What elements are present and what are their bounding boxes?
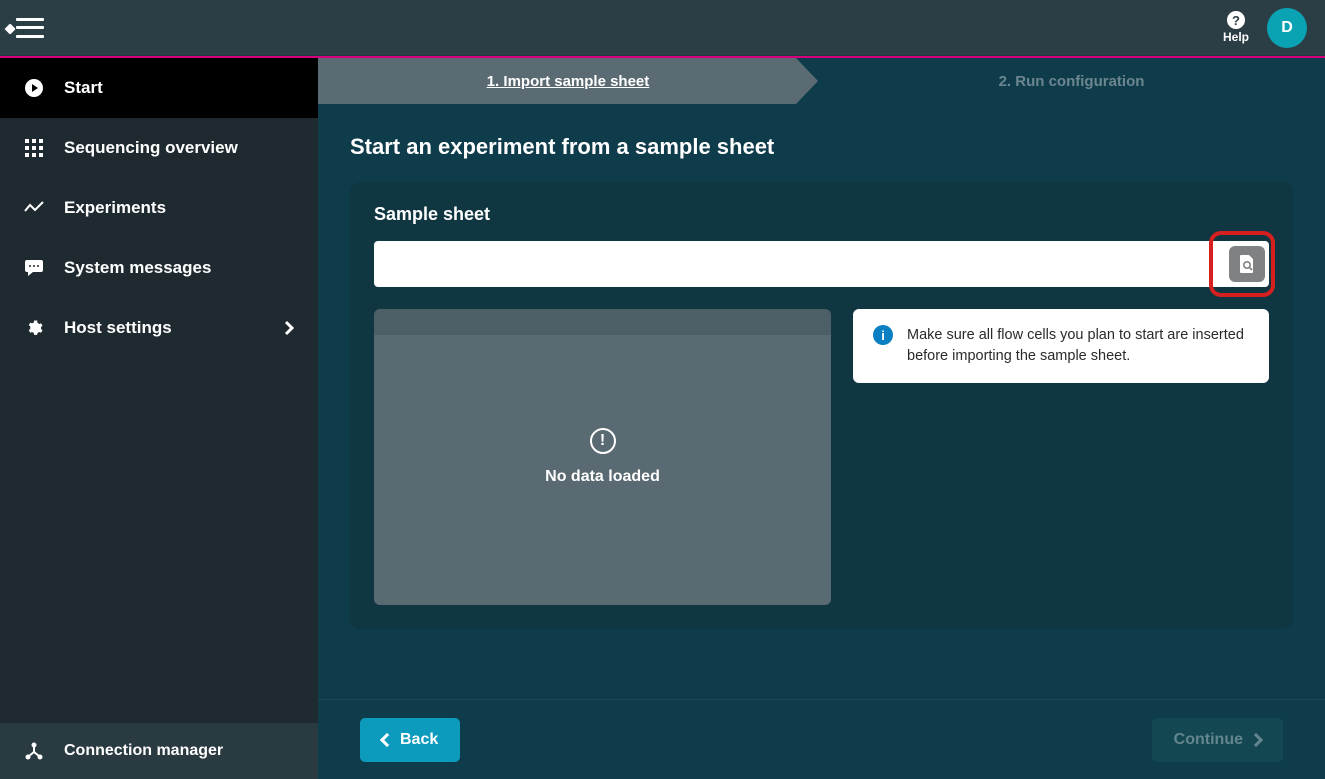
warning-circle-icon: ! <box>590 428 616 454</box>
back-button[interactable]: Back <box>360 718 460 762</box>
avatar-initial: D <box>1281 19 1293 37</box>
stepper: 1. Import sample sheet 2. Run configurat… <box>318 58 1325 104</box>
question-icon: ? <box>1227 11 1245 29</box>
sidebar-item-label: Sequencing overview <box>64 138 238 158</box>
sidebar: Start Sequencing overview Experiments Sy… <box>0 58 318 779</box>
sidebar-item-label: Experiments <box>64 198 166 218</box>
message-icon <box>24 258 44 278</box>
continue-button: Continue <box>1152 718 1283 762</box>
gear-icon <box>24 318 44 338</box>
card-title: Sample sheet <box>374 204 1269 225</box>
sidebar-item-system-messages[interactable]: System messages <box>0 238 318 298</box>
avatar[interactable]: D <box>1267 8 1307 48</box>
chevron-right-icon <box>1249 732 1263 746</box>
info-message-text: Make sure all flow cells you plan to sta… <box>907 325 1249 367</box>
info-icon: i <box>873 325 893 345</box>
help-button[interactable]: ? Help <box>1223 11 1249 44</box>
menu-collapse-button[interactable] <box>16 18 44 38</box>
sidebar-item-connection-manager[interactable]: Connection manager <box>0 723 318 779</box>
sample-sheet-card: Sample sheet <box>350 182 1293 629</box>
data-preview-panel: ! No data loaded <box>374 309 831 605</box>
sidebar-item-label: Host settings <box>64 318 172 338</box>
back-label: Back <box>400 731 438 749</box>
step-label: 1. Import sample sheet <box>487 73 650 90</box>
step-label: 2. Run configuration <box>999 73 1145 90</box>
sidebar-item-sequencing-overview[interactable]: Sequencing overview <box>0 118 318 178</box>
sidebar-item-start[interactable]: Start <box>0 58 318 118</box>
top-bar: ? Help D <box>0 0 1325 56</box>
sample-sheet-path-input[interactable] <box>374 241 1229 287</box>
info-message-box: i Make sure all flow cells you plan to s… <box>853 309 1269 383</box>
connection-icon <box>24 741 44 761</box>
chevron-right-icon <box>284 320 294 336</box>
grid-icon <box>24 138 44 158</box>
sidebar-item-host-settings[interactable]: Host settings <box>0 298 318 358</box>
continue-label: Continue <box>1174 731 1243 749</box>
step-import-sample-sheet[interactable]: 1. Import sample sheet <box>318 58 818 104</box>
step-run-configuration: 2. Run configuration <box>818 58 1325 104</box>
sidebar-item-experiments[interactable]: Experiments <box>0 178 318 238</box>
chevron-left-icon <box>380 732 394 746</box>
main-area: 1. Import sample sheet 2. Run configurat… <box>318 58 1325 779</box>
sidebar-footer-label: Connection manager <box>64 742 223 760</box>
sidebar-item-label: System messages <box>64 258 211 278</box>
play-circle-icon <box>24 78 44 98</box>
help-label: Help <box>1223 30 1249 44</box>
page-title: Start an experiment from a sample sheet <box>350 134 1293 160</box>
arrow-left-icon <box>4 23 15 34</box>
sample-sheet-input-row <box>374 241 1269 287</box>
file-search-icon <box>1238 254 1256 274</box>
preview-header-strip <box>374 309 831 335</box>
footer-bar: Back Continue <box>318 699 1325 779</box>
chart-line-icon <box>24 198 44 218</box>
no-data-text: No data loaded <box>545 468 660 486</box>
browse-file-button[interactable] <box>1229 246 1265 282</box>
sidebar-item-label: Start <box>64 78 103 98</box>
